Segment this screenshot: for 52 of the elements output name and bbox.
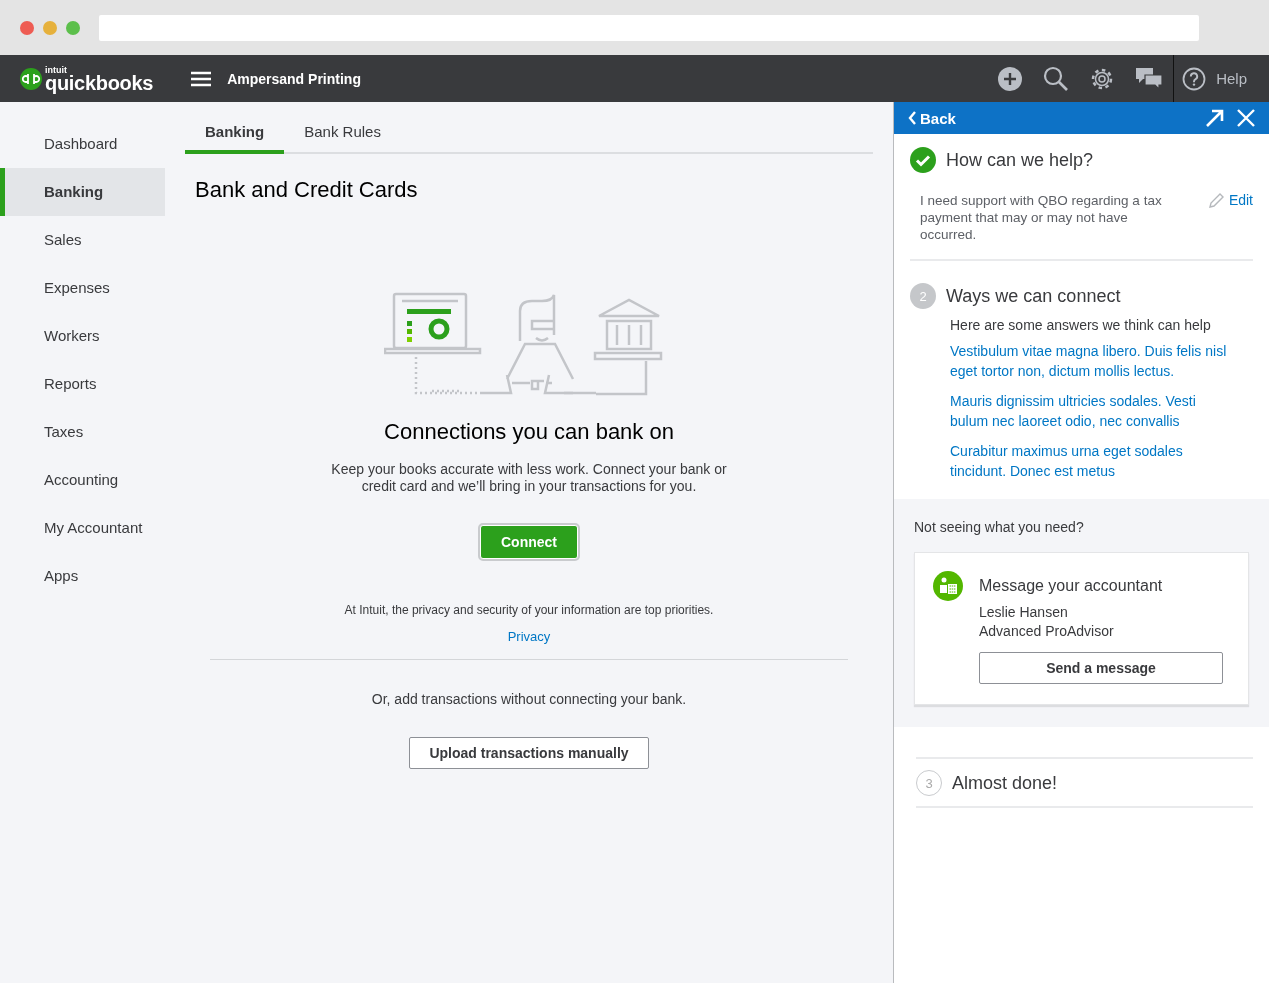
sidebar-item[interactable]: Taxes: [0, 408, 165, 456]
back-button[interactable]: Back: [908, 109, 956, 127]
sidebar-item[interactable]: Accounting: [0, 456, 165, 504]
chevron-left-icon: [908, 111, 917, 125]
sidebar-item[interactable]: Expenses: [0, 264, 165, 312]
expand-arrow-icon[interactable]: [1205, 108, 1225, 128]
sidebar-item[interactable]: Reports: [0, 360, 165, 408]
step-title: How can we help?: [946, 149, 1094, 171]
sidebar-item[interactable]: Apps: [0, 552, 165, 600]
window-control-dot[interactable]: [20, 20, 34, 35]
upload-button[interactable]: Upload transactions manually: [409, 737, 649, 769]
sidebar-item[interactable]: My Accountant: [0, 504, 165, 552]
pencil-icon: [1207, 192, 1225, 209]
page-title: Bank and Credit Cards: [195, 177, 419, 203]
sidebar-item[interactable]: Dashboard: [0, 120, 165, 168]
logo-icon: [20, 67, 42, 90]
window-control-dot[interactable]: [43, 20, 57, 35]
alternative-text: Or, add transactions without connecting your bank.: [371, 691, 687, 707]
section-heading: Not seeing what you need?: [914, 519, 1085, 535]
intro-text: Here are some answers we think can help: [950, 317, 1212, 333]
close-icon[interactable]: [1237, 109, 1255, 127]
help-icon: [1182, 66, 1207, 91]
edit-link[interactable]: Edit: [1207, 192, 1253, 210]
answer-link[interactable]: Vestibulum vitae magna libero. Duis felis nisl eget tortor non, dictum mollis lectus.: [950, 341, 1234, 381]
company-name[interactable]: Ampersand Printing: [227, 70, 361, 87]
headline: Connections you can bank on: [384, 419, 674, 445]
sidebar-item[interactable]: Workers: [0, 312, 165, 360]
send-message-button[interactable]: Send a message: [979, 652, 1223, 684]
logo-text: quickbooks: [45, 73, 154, 92]
answer-link[interactable]: Curabitur maximus urna eget sodales tincidunt. Donec est metus: [950, 441, 1234, 481]
step-title: Almost done!: [952, 772, 1058, 794]
logo-text: intuit: [45, 65, 68, 74]
plus-icon[interactable]: [997, 65, 1024, 92]
search-icon[interactable]: [1043, 65, 1070, 92]
tab[interactable]: Banking: [185, 123, 285, 154]
accountant-name: Leslie Hansen: [979, 604, 1069, 620]
accountant-role: Advanced ProAdvisor: [979, 623, 1115, 639]
menu-icon[interactable]: [191, 70, 212, 87]
card-title: Message your accountant: [979, 577, 1164, 595]
accountant-icon: [933, 571, 963, 601]
step-number: 2: [910, 283, 936, 309]
step-title: Ways we can connect: [946, 285, 1121, 307]
privacy-note: At Intuit, the privacy and security of your information are top priorities.: [344, 603, 714, 617]
privacy-link[interactable]: Privacy: [507, 629, 551, 644]
sidebar-item[interactable]: Sales: [0, 216, 165, 264]
request-description: I need support with QBO regarding a tax payment that may or may not have occurred.: [920, 192, 1163, 243]
tab[interactable]: Bank Rules: [284, 123, 401, 154]
chat-bubbles-icon[interactable]: [1135, 66, 1164, 91]
window-control-dot[interactable]: [66, 20, 80, 35]
description-text: Keep your books accurate with less work. Connect your bank or credit card and we’ll bring in your transactions for you.: [330, 461, 728, 495]
sidebar-item[interactable]: Banking: [0, 168, 165, 216]
answer-link[interactable]: Mauris dignissim ultricies sodales. Vesti bulum nec laoreet odio, nec convallis: [950, 391, 1234, 431]
